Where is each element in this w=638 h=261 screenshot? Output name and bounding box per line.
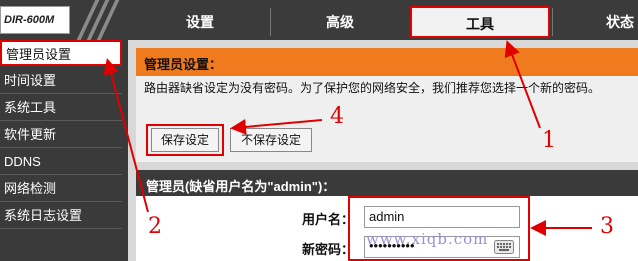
annotation-number-4: 4	[330, 104, 344, 129]
annotation-number-1: 1	[542, 128, 556, 153]
arrow-4	[230, 118, 323, 135]
arrow-2	[103, 58, 149, 213]
arrow-1	[504, 40, 541, 129]
annotation-number-2: 2	[148, 214, 162, 239]
annotation-number-3: 3	[600, 214, 614, 239]
